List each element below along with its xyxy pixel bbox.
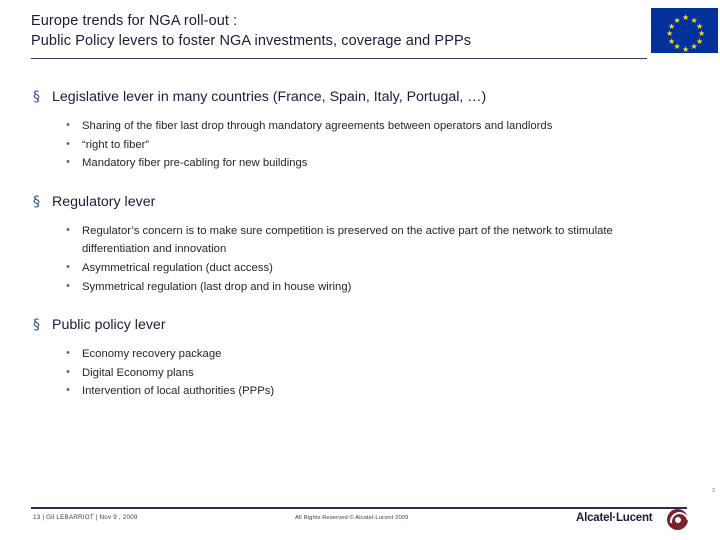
slide-header: Europe trends for NGA roll-out : Public … xyxy=(0,0,720,62)
section-heading-legislative: § Legislative lever in many countries (F… xyxy=(0,88,720,106)
section-heading-text: Regulatory lever xyxy=(52,193,156,210)
list-item-text: Symmetrical regulation (last drop and in… xyxy=(82,280,352,293)
list-item: • Regulator’s concern is to make sure co… xyxy=(0,222,720,259)
section-heading-text: Legislative lever in many countries (Fra… xyxy=(52,89,487,105)
slide-content: § Legislative lever in many countries (F… xyxy=(0,62,720,401)
section-heading-regulatory: § Regulatory lever xyxy=(0,193,720,211)
section-bullet-icon: § xyxy=(33,89,40,105)
list-bullet-icon: • xyxy=(66,119,70,131)
list-item-text: “right to fiber” xyxy=(82,138,150,151)
footer-copyright: All Rights Reserved © Alcatel-Lucent 200… xyxy=(295,515,409,521)
list-item-text: Economy recovery package xyxy=(82,348,222,361)
page-number: 3 xyxy=(712,488,715,494)
section-heading-text: Public policy lever xyxy=(52,317,166,334)
list-item: • Mandatory fiber pre-cabling for new bu… xyxy=(0,154,720,173)
list-item-text: Asymmetrical regulation (duct access) xyxy=(82,261,273,274)
list-item-text: Digital Economy plans xyxy=(82,366,194,379)
list-item: • Economy recovery package xyxy=(0,345,720,364)
list-bullet-icon: • xyxy=(66,347,70,360)
list-bullet-icon: • xyxy=(66,384,70,397)
page-title-line2: Public Policy levers to foster NGA inves… xyxy=(31,33,472,49)
alcatel-lucent-logo: Alcatel·Lucent xyxy=(576,508,693,535)
section-bullet-icon: § xyxy=(33,193,40,210)
list-item: • Digital Economy plans xyxy=(0,364,720,383)
page-title: Europe trends for NGA roll-out : Public … xyxy=(31,11,631,51)
list-bullet-icon: • xyxy=(66,156,70,169)
alcatel-lucent-mark-icon xyxy=(666,508,693,535)
list-bullet-icon: • xyxy=(66,260,70,273)
list-item-text: Intervention of local authorities (PPPs) xyxy=(82,385,275,398)
list-item-text: Sharing of the fiber last drop through m… xyxy=(82,120,553,132)
european-union-flag-icon: ★ ★ ★ ★ ★ ★ ★ ★ ★ ★ ★ ★ xyxy=(651,8,718,53)
page-title-line1: Europe trends for NGA roll-out : xyxy=(31,13,238,29)
header-divider xyxy=(31,58,647,59)
list-bullet-icon: • xyxy=(66,365,70,378)
list-bullet-icon: • xyxy=(66,137,70,150)
list-item: • Symmetrical regulation (last drop and … xyxy=(0,278,720,297)
list-item: • Sharing of the fiber last drop through… xyxy=(0,117,720,136)
list-bullet-icon: • xyxy=(66,279,70,292)
list-item-text: Mandatory fiber pre-cabling for new buil… xyxy=(82,157,308,170)
content-block-regulatory: § Regulatory lever • Regulator’s concern… xyxy=(0,193,720,296)
alcatel-lucent-logo-text: Alcatel·Lucent xyxy=(576,512,653,524)
list-item: • “right to fiber” xyxy=(0,136,720,155)
list-item: • Intervention of local authorities (PPP… xyxy=(0,382,720,401)
list-item-text: Regulator’s concern is to make sure comp… xyxy=(82,224,613,256)
section-heading-public-policy: § Public policy lever xyxy=(0,316,720,334)
section-bullet-icon: § xyxy=(33,317,40,334)
footer-author-date: 13 | Gil LEBARRIOT | Nov 9 , 2009 xyxy=(33,514,138,521)
content-block-legislative: § Legislative lever in many countries (F… xyxy=(0,88,720,173)
content-block-public-policy: § Public policy lever • Economy recovery… xyxy=(0,316,720,401)
list-item: • Asymmetrical regulation (duct access) xyxy=(0,259,720,278)
list-bullet-icon: • xyxy=(66,223,70,236)
